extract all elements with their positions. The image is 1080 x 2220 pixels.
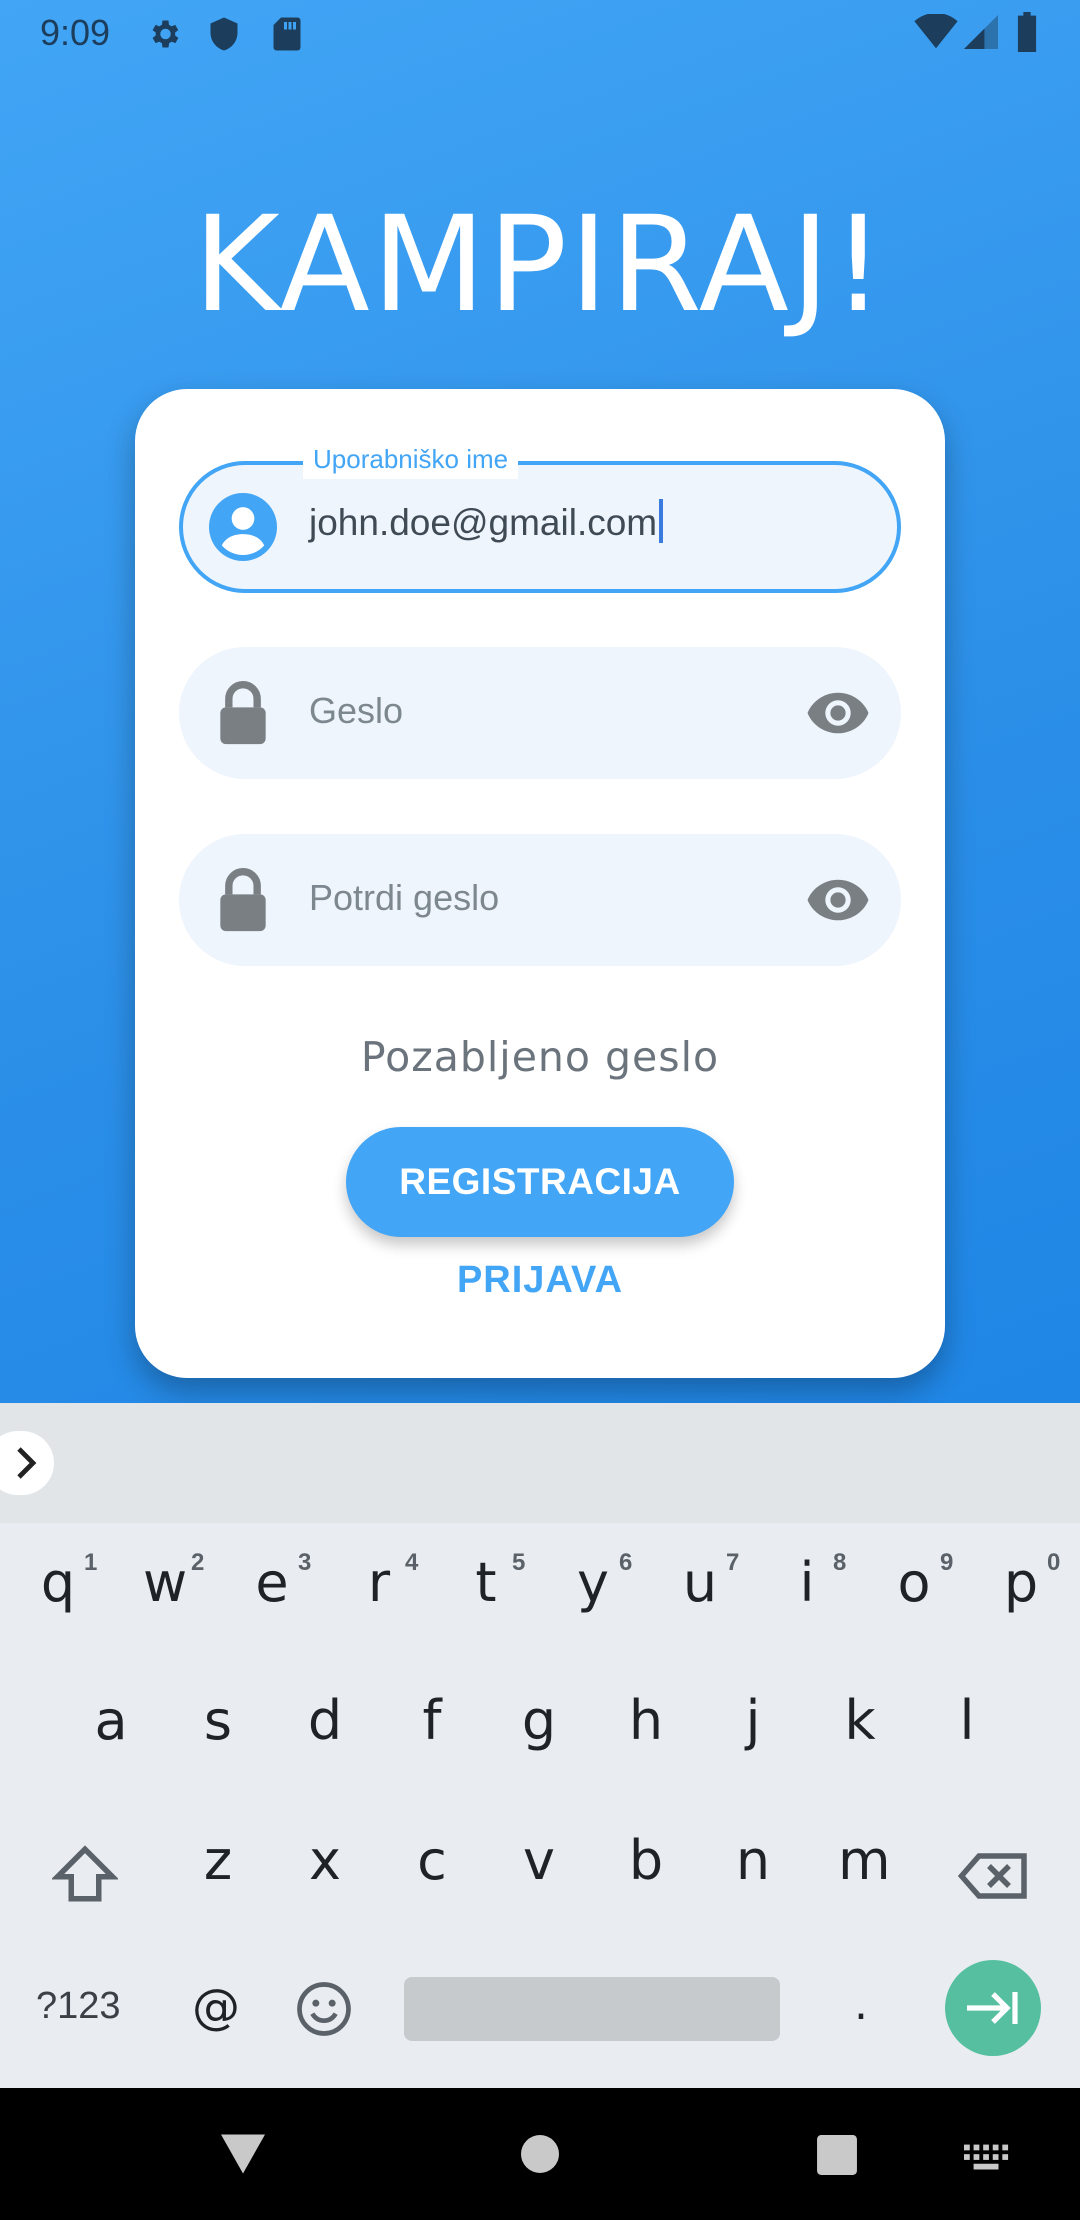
key-o[interactable]: o [892,1551,936,1614]
signal-icon [964,15,998,49]
status-time: 9:09 [40,12,111,53]
enter-key[interactable] [945,1960,1041,2056]
key-i[interactable]: i [785,1551,829,1614]
period-key[interactable]: . [854,1979,868,2030]
confirm-password-input[interactable]: Potrdi geslo [309,877,499,919]
username-field[interactable]: Uporabniško ime john.doe@gmail.com [179,439,901,593]
password-field[interactable]: Geslo [179,647,901,779]
gear-icon [152,20,179,48]
username-input[interactable]: john.doe@gmail.com [309,499,664,544]
key-z[interactable]: z [196,1829,240,1892]
battery-icon [1017,12,1037,52]
key-hint-9: 9 [940,1549,954,1576]
key-hint-8: 8 [833,1549,847,1576]
key-u[interactable]: u [678,1551,722,1614]
key-hint-6: 6 [619,1549,633,1576]
key-h[interactable]: h [624,1689,668,1752]
key-d[interactable]: d [303,1689,347,1752]
key-t[interactable]: t [464,1551,508,1614]
account-circle-icon [209,493,277,561]
key-s[interactable]: s [196,1689,240,1752]
navigation-bar [0,2088,1080,2220]
emoji-icon[interactable] [296,1981,352,2037]
app-title: KAMPIRAJ! [193,188,887,342]
key-hint-1: 1 [84,1549,98,1576]
status-bar: 9:09 [0,0,1080,64]
backspace-icon[interactable] [958,1851,1030,1901]
username-label: Uporabniško ime [303,439,519,479]
space-key[interactable] [404,1977,780,2041]
key-a[interactable]: a [89,1689,133,1752]
password-input[interactable]: Geslo [309,690,403,732]
login-link[interactable]: PRIJAVA [135,1259,945,1302]
home-icon[interactable] [520,2134,560,2174]
key-m[interactable]: m [838,1829,891,1892]
key-f[interactable]: f [410,1689,454,1752]
lock-icon [220,681,266,745]
key-l[interactable]: l [945,1689,989,1752]
app-screen: 9:09 KAMPIRAJ! Uporabniško ime john.doe@… [0,0,1080,1403]
username-value: john.doe@gmail.com [309,502,658,543]
key-x[interactable]: x [303,1829,347,1892]
key-j[interactable]: j [731,1689,775,1752]
key-hint-7: 7 [726,1549,740,1576]
key-r[interactable]: r [357,1551,401,1614]
key-q[interactable]: q [36,1551,80,1614]
at-key[interactable]: @ [192,1979,240,2035]
eye-icon[interactable] [805,874,871,926]
key-p[interactable]: p [999,1551,1043,1614]
recents-icon[interactable] [816,2134,858,2176]
expand-chevron-icon [17,1447,37,1479]
key-v[interactable]: v [517,1829,561,1892]
enter-arrow-icon [967,1992,1018,2024]
key-g[interactable]: g [517,1689,561,1752]
back-icon[interactable] [218,2132,268,2176]
key-hint-5: 5 [512,1549,526,1576]
confirm-password-field[interactable]: Potrdi geslo [179,834,901,966]
key-hint-0: 0 [1047,1549,1061,1576]
sd-card-icon [273,17,301,51]
registration-card: Uporabniško ime john.doe@gmail.com Geslo [135,389,945,1378]
shift-icon[interactable] [52,1843,118,1905]
key-hint-2: 2 [191,1549,205,1576]
expand-toolbar-button[interactable] [0,1431,54,1495]
register-button[interactable]: REGISTRACIJA [346,1127,734,1237]
text-caret [659,499,664,543]
suggestion-bar [0,1403,1080,1523]
key-w[interactable]: w [143,1551,187,1614]
key-hint-3: 3 [298,1549,312,1576]
symbols-key[interactable]: ?123 [36,1985,121,2028]
eye-icon[interactable] [805,687,871,739]
key-hint-4: 4 [405,1549,419,1576]
lock-icon [220,868,266,932]
forgot-password-link[interactable]: Pozabljeno geslo [135,1033,945,1081]
key-y[interactable]: y [571,1551,615,1614]
key-b[interactable]: b [624,1829,668,1892]
shield-icon [210,17,238,51]
key-e[interactable]: e [250,1551,294,1614]
key-n[interactable]: n [731,1829,775,1892]
keyboard-switch-icon[interactable] [964,2144,1010,2172]
key-k[interactable]: k [838,1689,882,1752]
key-c[interactable]: c [410,1829,454,1892]
wifi-icon [914,14,958,49]
soft-keyboard: q1 w2 e3 r4 t5 y6 u7 i8 o9 p0 asdfghjkl zxcvbnm ?… [0,1403,1080,2088]
